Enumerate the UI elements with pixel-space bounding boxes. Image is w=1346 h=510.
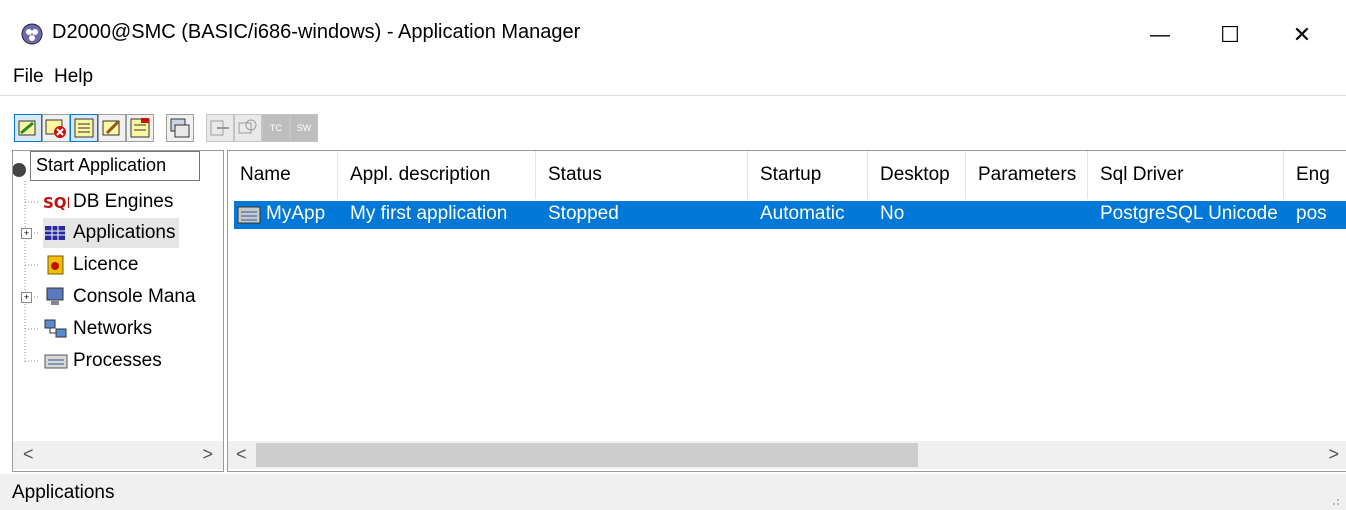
tree-horizontal-scrollbar[interactable]: < > [13, 441, 223, 469]
processes-icon [44, 354, 68, 369]
scroll-right-icon[interactable]: > [202, 444, 213, 465]
column-header-engine[interactable]: Eng [1284, 151, 1346, 199]
cell-status: Stopped [548, 203, 619, 224]
column-header-sql-driver[interactable]: Sql Driver [1088, 151, 1284, 199]
svg-text:SQL: SQL [43, 194, 69, 212]
applications-icon [45, 226, 65, 240]
menu-help[interactable]: Help [54, 66, 93, 88]
tc-button[interactable]: TC [262, 114, 290, 142]
close-button[interactable]: ✕ [1262, 10, 1342, 60]
scroll-left-icon[interactable]: < [236, 444, 247, 465]
stop-application-icon [45, 119, 66, 138]
list-horizontal-scrollbar[interactable]: < > [228, 441, 1346, 469]
tree-item-processes[interactable]: Processes [43, 346, 162, 376]
start-application-tooltip: Start Application [30, 151, 200, 181]
tree-item-applications[interactable]: Applications [43, 218, 180, 248]
column-header-status[interactable]: Status [536, 151, 748, 199]
tree-item-label: Licence [73, 254, 139, 275]
console-icon [170, 118, 190, 138]
close-icon: ✕ [1292, 22, 1312, 47]
cell-description: My first application [350, 203, 508, 224]
scroll-right-icon[interactable]: > [1328, 444, 1339, 465]
minimize-icon: — [1150, 23, 1170, 46]
column-header-startup[interactable]: Startup [748, 151, 868, 199]
tool-disabled-1-icon [210, 120, 229, 136]
cell-startup: Automatic [760, 203, 845, 224]
cell-desktop: No [880, 203, 905, 224]
stop-application-button[interactable] [42, 114, 70, 142]
column-header-parameters[interactable]: Parameters [966, 151, 1088, 199]
applications-list[interactable]: Name Appl. description Status Startup De… [227, 150, 1346, 472]
tree-item-licence[interactable]: Licence [43, 250, 139, 280]
sw-button[interactable]: SW [290, 114, 318, 142]
cell-engine: pos [1296, 203, 1327, 224]
resize-grip-icon[interactable] [1326, 492, 1340, 506]
maximize-icon: ☐ [1220, 22, 1240, 47]
delete-application-button[interactable] [126, 114, 154, 142]
db-engines-icon: SQL [43, 194, 69, 212]
maximize-button[interactable]: ☐ [1190, 10, 1270, 60]
tree-item-label: DB Engines [73, 191, 174, 212]
console-button[interactable] [166, 114, 194, 142]
status-bar: Applications [0, 474, 1346, 510]
start-application-icon [18, 120, 36, 136]
tree-item-db-engines[interactable]: SQL DB Engines [43, 187, 173, 217]
cell-name: MyApp [266, 203, 326, 224]
edit-application-button[interactable] [98, 114, 126, 142]
column-header-name[interactable]: Name [228, 151, 338, 199]
menu-bar: File Help [0, 62, 1346, 94]
expand-console-manager-toggle[interactable]: + [21, 292, 32, 303]
title-bar: D2000@SMC (BASIC/i686-windows) - Applica… [0, 0, 1346, 62]
disabled-tool-button-1[interactable] [206, 114, 234, 142]
tree-item-label: Console Mana [73, 286, 196, 307]
menu-file[interactable]: File [13, 66, 44, 88]
minimize-button[interactable]: — [1120, 10, 1200, 60]
scroll-left-icon[interactable]: < [23, 444, 34, 465]
window-title: D2000@SMC (BASIC/i686-windows) - Applica… [52, 21, 581, 43]
console-manager-icon [46, 287, 64, 305]
cell-sql-driver: PostgreSQL Unicode [1100, 203, 1278, 224]
status-text: Applications [12, 482, 115, 503]
networks-icon [44, 319, 67, 338]
expand-applications-toggle[interactable]: + [21, 228, 32, 239]
application-properties-icon [74, 118, 94, 138]
column-header-description[interactable]: Appl. description [338, 151, 536, 199]
app-icon [21, 23, 43, 45]
tree-item-networks[interactable]: Networks [43, 314, 152, 344]
tc-icon: TC [270, 123, 282, 133]
disabled-tool-button-2[interactable] [234, 114, 262, 142]
delete-application-icon [130, 118, 150, 138]
scrollbar-thumb[interactable] [256, 443, 918, 467]
tree-item-console-manager[interactable]: Console Mana [43, 282, 196, 312]
tree-item-label: Processes [73, 350, 162, 371]
tree-item-label: Applications [73, 222, 176, 243]
tree-item-label: Networks [73, 318, 153, 339]
toolbar-divider [0, 95, 1346, 96]
tree-panel[interactable]: SQL DB Engines + Applications Licence + … [12, 150, 224, 472]
application-properties-button[interactable] [70, 114, 98, 142]
edit-application-icon [102, 119, 121, 136]
tool-disabled-2-icon [238, 119, 257, 134]
application-row-icon [237, 206, 261, 224]
column-header-desktop[interactable]: Desktop [868, 151, 966, 199]
start-application-button[interactable] [14, 114, 42, 142]
licence-icon [47, 255, 64, 275]
sw-icon: SW [296, 123, 312, 133]
